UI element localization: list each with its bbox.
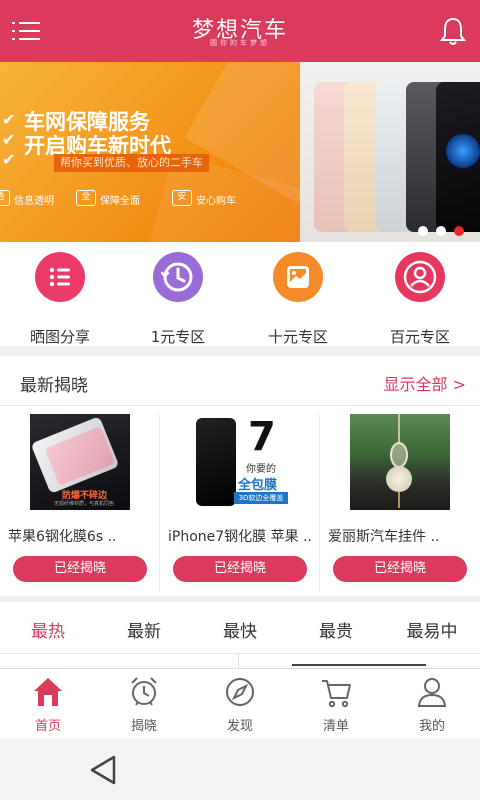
carousel-dot[interactable] bbox=[418, 226, 428, 236]
compass-icon bbox=[226, 678, 254, 706]
tab-easiest-win[interactable]: 最易中 bbox=[384, 617, 480, 642]
product-name: iPhone7钢化膜 苹果 .. bbox=[168, 529, 312, 545]
latest-products: 防爆不碎边 无损纤维材质，与真机同色 苹果6钢化膜6s .. 已经揭晓 7 你要… bbox=[0, 406, 480, 596]
feature-label: 保障全面 bbox=[100, 196, 140, 207]
announced-button[interactable]: 已经揭晓 bbox=[13, 556, 147, 582]
section-title: 最新揭晓 bbox=[20, 376, 88, 396]
category-label: 十元专区 bbox=[267, 328, 328, 346]
banner-phones-image bbox=[300, 62, 480, 242]
nav-label: 我的 bbox=[418, 719, 445, 734]
nav-list[interactable]: 清单 bbox=[288, 669, 384, 739]
banner-tagline: 帮你买到优质、放心的二手车 bbox=[54, 154, 209, 172]
user-icon bbox=[395, 252, 445, 302]
tab-fastest[interactable]: 最快 bbox=[192, 617, 288, 642]
announced-button[interactable]: 已经揭晓 bbox=[173, 556, 307, 582]
product-card[interactable]: 爱丽斯汽车挂件 .. 已经揭晓 bbox=[320, 406, 480, 596]
product-name: 苹果6钢化膜6s .. bbox=[8, 529, 117, 545]
show-all-link[interactable]: 显示全部 > bbox=[384, 371, 467, 395]
feature-badge: 全 bbox=[76, 190, 96, 206]
feature-badge: 安 bbox=[172, 190, 192, 206]
product-card[interactable]: 防爆不碎边 无损纤维材质，与真机同色 苹果6钢化膜6s .. 已经揭晓 bbox=[0, 406, 160, 596]
nav-discover[interactable]: 发现 bbox=[192, 669, 288, 739]
app-header: 梦想汽车 圆你的车梦想 bbox=[0, 0, 480, 62]
image-icon bbox=[273, 252, 323, 302]
home-icon bbox=[34, 678, 62, 706]
banner-features: 透 信息透明 全 保障全面 安 安心购车 bbox=[0, 190, 300, 210]
feature-label: 安心购车 bbox=[196, 196, 236, 207]
feature-label: 信息透明 bbox=[14, 196, 54, 207]
category-label: 1元专区 bbox=[150, 328, 206, 346]
list-icon bbox=[35, 252, 85, 302]
tab-most-expensive[interactable]: 最贵 bbox=[288, 617, 384, 642]
system-nav-bar bbox=[0, 738, 480, 800]
alarm-clock-icon bbox=[131, 677, 157, 706]
bell-icon[interactable] bbox=[440, 16, 466, 46]
nav-label: 首页 bbox=[34, 719, 61, 734]
category-label: 晒图分享 bbox=[29, 328, 90, 346]
back-icon[interactable] bbox=[88, 754, 118, 786]
clock-icon bbox=[153, 252, 203, 302]
carousel-dots[interactable] bbox=[418, 226, 464, 236]
person-icon bbox=[417, 678, 447, 707]
feature-badge: 透 bbox=[0, 190, 10, 206]
promo-banner[interactable]: ✔✔✔ 车网保障服务 开启购车新时代 帮你买到优质、放心的二手车 透 信息透明 … bbox=[0, 62, 480, 242]
sort-tabs: 最热 最新 最快 最贵 最易中 bbox=[0, 602, 480, 654]
category-label: 百元专区 bbox=[389, 328, 450, 346]
bottom-navigation: 首页 揭晓 发现 清单 我的 bbox=[0, 668, 480, 738]
product-image: 防爆不碎边 无损纤维材质，与真机同色 bbox=[30, 414, 130, 510]
product-image bbox=[350, 414, 450, 510]
product-card[interactable]: 7 你要的 全包膜 3D软边全覆盖 iPhone7钢化膜 苹果 .. 已经揭晓 bbox=[160, 406, 320, 596]
nav-label: 发现 bbox=[226, 719, 253, 734]
category-show-share[interactable]: 晒图分享 bbox=[0, 252, 120, 346]
carousel-dot-active[interactable] bbox=[454, 226, 464, 236]
latest-section-header: 最新揭晓 显示全部 > bbox=[0, 356, 480, 406]
nav-label: 揭晓 bbox=[130, 719, 157, 734]
category-hundred-yuan[interactable]: 百元专区 bbox=[360, 252, 480, 346]
nav-announced[interactable]: 揭晓 bbox=[96, 669, 192, 739]
app-subtitle: 圆你的车梦想 bbox=[210, 39, 270, 47]
nav-mine[interactable]: 我的 bbox=[384, 669, 480, 739]
nav-home[interactable]: 首页 bbox=[0, 669, 96, 739]
cart-icon bbox=[322, 680, 351, 708]
category-ten-yuan[interactable]: 十元专区 bbox=[238, 252, 358, 346]
announced-button[interactable]: 已经揭晓 bbox=[333, 556, 467, 582]
category-one-yuan[interactable]: 1元专区 bbox=[118, 252, 238, 346]
check-icons: ✔ ✔ ✔ bbox=[2, 110, 16, 169]
product-image: 7 你要的 全包膜 3D软边全覆盖 bbox=[190, 414, 290, 510]
tab-hottest[interactable]: 最热 bbox=[0, 617, 96, 642]
nav-label: 清单 bbox=[322, 719, 349, 734]
carousel-dot[interactable] bbox=[436, 226, 446, 236]
product-name: 爱丽斯汽车挂件 .. bbox=[328, 529, 440, 545]
category-row: 晒图分享 1元专区 十元专区 百元专区 bbox=[0, 242, 480, 346]
list-peek bbox=[0, 654, 480, 668]
tab-newest[interactable]: 最新 bbox=[96, 617, 192, 642]
